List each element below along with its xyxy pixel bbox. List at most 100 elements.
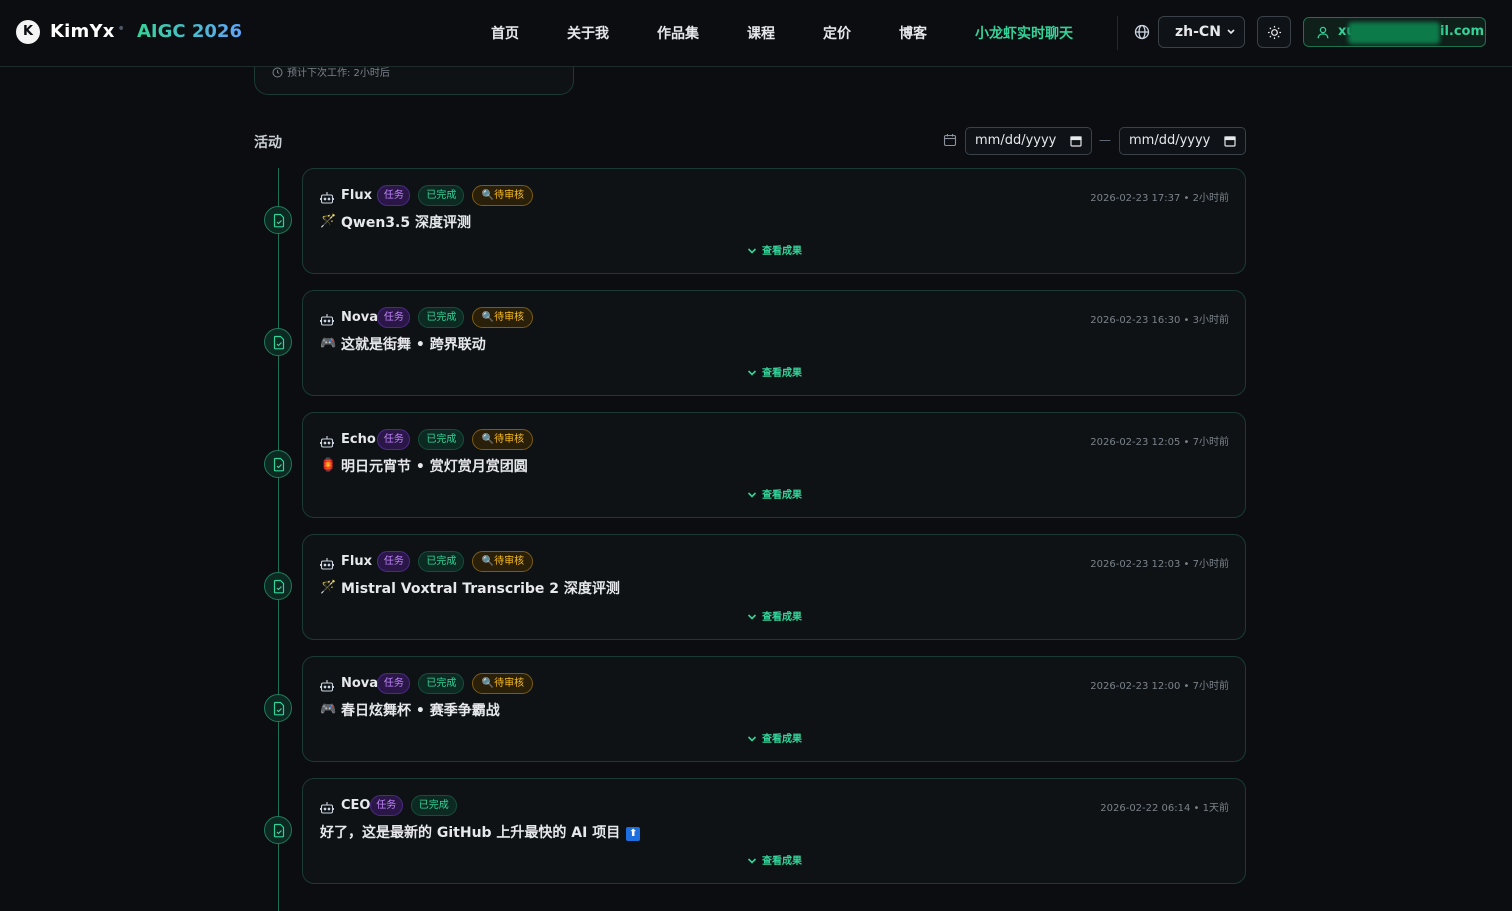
review-badge[interactable]: 🔍待审核 [472, 429, 534, 450]
robot-icon [319, 192, 335, 204]
up-arrow-icon: ⬆ [626, 827, 641, 841]
user-account-button[interactable]: xu il.com [1303, 17, 1486, 47]
top-nav-bar: K KimYx • AIGC 2026 首页 关于我 作品集 课程 定价 博客 … [0, 0, 1512, 67]
view-results-button[interactable]: 查看成果 [747, 730, 802, 745]
document-check-icon [273, 457, 285, 472]
review-label: 待审核 [494, 190, 525, 201]
activity-title: 春日炫舞杯 • 赛季争霸战 [341, 700, 500, 720]
activity-title-text: 春日炫舞杯 • 赛季争霸战 [341, 703, 500, 719]
next-run-text: 预计下次工作: 2小时后 [287, 68, 390, 79]
activity-card: Flux 任务 已完成 🔍待审核 2026-02-23 17:37 • 2小时前 🪄 Qwe… [302, 168, 1246, 274]
timeline-node [264, 816, 292, 844]
user-email-end: il.com [1440, 24, 1485, 39]
document-check-icon [273, 213, 285, 228]
view-results-label: 查看成果 [762, 368, 802, 379]
activity-card: Flux 任务 已完成 🔍待审核 2026-02-23 12:03 • 7小时前 🪄 Mis… [302, 534, 1246, 640]
task-badge: 任务 [377, 185, 411, 206]
activity-timestamp: 2026-02-23 12:05 • 7小时前 [1090, 437, 1229, 448]
document-check-icon [273, 701, 285, 716]
review-label: 待审核 [494, 312, 525, 323]
activity-title: 好了，这是最新的 GitHub 上升最快的 AI 项目 ⬆ [320, 822, 641, 842]
agent-name: Nova [341, 310, 379, 325]
activity-title: 这就是街舞 • 跨界联动 [341, 334, 486, 354]
email-redaction [1348, 22, 1440, 44]
chevron-down-icon [747, 370, 757, 376]
activity-timestamp: 2026-02-23 12:00 • 7小时前 [1090, 681, 1229, 692]
clock-icon [272, 67, 283, 78]
brand-separator: • [117, 21, 126, 37]
activity-title: Qwen3.5 深度评测 [341, 212, 471, 232]
task-badge: 任务 [377, 429, 411, 450]
nav-pricing[interactable]: 定价 [823, 23, 851, 43]
view-results-button[interactable]: 查看成果 [747, 364, 802, 379]
activity-card: Nova 任务 已完成 🔍待审核 2026-02-23 16:30 • 3小时前 🎮 这就是… [302, 290, 1246, 396]
robot-icon [319, 802, 335, 814]
timeline-node [264, 450, 292, 478]
status-badge: 已完成 [418, 185, 465, 206]
review-label: 待审核 [494, 556, 525, 567]
robot-icon [319, 314, 335, 326]
nav-about[interactable]: 关于我 [567, 23, 609, 43]
date-from-placeholder: mm/dd/yyyy [975, 133, 1057, 148]
review-badge[interactable]: 🔍待审核 [472, 673, 534, 694]
theme-toggle-button[interactable] [1257, 16, 1291, 48]
timeline-node [264, 328, 292, 356]
view-results-label: 查看成果 [762, 612, 802, 623]
review-badge[interactable]: 🔍待审核 [472, 185, 534, 206]
logo-badge[interactable]: K [16, 20, 40, 44]
brand-name[interactable]: KimYx [50, 21, 115, 42]
task-badge: 任务 [369, 795, 403, 816]
activity-title-text: 明日元宵节 • 赏灯赏月赏团圆 [341, 459, 528, 475]
nav-courses[interactable]: 课程 [747, 23, 775, 43]
activity-card: Nova 任务 已完成 🔍待审核 2026-02-23 12:00 • 7小时前 🎮 春日炫… [302, 656, 1246, 762]
chevron-down-icon [747, 736, 757, 742]
nav-portfolio[interactable]: 作品集 [657, 23, 699, 43]
task-badge: 任务 [377, 307, 411, 328]
activity-title-text: 这就是街舞 • 跨界联动 [341, 337, 486, 353]
activity-timestamp: 2026-02-23 12:03 • 7小时前 [1090, 559, 1229, 570]
view-results-button[interactable]: 查看成果 [747, 486, 802, 501]
status-badge: 已完成 [418, 673, 465, 694]
calendar-picker-icon[interactable] [1224, 135, 1236, 147]
view-results-button[interactable]: 查看成果 [747, 608, 802, 623]
review-badge[interactable]: 🔍待审核 [472, 307, 534, 328]
title-emoji-icon: 🪄 [320, 580, 337, 595]
view-results-label: 查看成果 [762, 246, 802, 257]
status-badge: 已完成 [418, 429, 465, 450]
agent-name: Flux [341, 188, 372, 203]
activity-title-text: 好了，这是最新的 GitHub 上升最快的 AI 项目 [320, 825, 621, 841]
nav-live-chat[interactable]: 小龙虾实时聊天 [975, 23, 1073, 43]
activity-timestamp: 2026-02-22 06:14 • 1天前 [1100, 803, 1229, 814]
document-check-icon [273, 823, 285, 838]
chevron-down-icon [747, 492, 757, 498]
calendar-picker-icon[interactable] [1070, 135, 1082, 147]
review-badge[interactable]: 🔍待审核 [472, 551, 534, 572]
chevron-down-icon [747, 614, 757, 620]
activity-title-text: Qwen3.5 深度评测 [341, 215, 471, 231]
status-badge: 已完成 [418, 551, 465, 572]
title-emoji-icon: 🏮 [320, 458, 337, 473]
nav-blog[interactable]: 博客 [899, 23, 927, 43]
timeline-node [264, 694, 292, 722]
nav-home[interactable]: 首页 [491, 23, 519, 43]
activity-heading: 活动 [254, 135, 282, 151]
activity-title-text: Mistral Voxtral Transcribe 2 深度评测 [341, 581, 620, 597]
chevron-down-icon [1227, 29, 1235, 35]
title-emoji-icon: 🎮 [320, 336, 337, 351]
date-from-input[interactable]: mm/dd/yyyy [965, 127, 1092, 155]
date-range-separator: — [1099, 133, 1111, 147]
review-label: 待审核 [494, 678, 525, 689]
agent-name: Nova [341, 676, 379, 691]
language-select[interactable]: zh-CN [1158, 16, 1245, 48]
date-to-input[interactable]: mm/dd/yyyy [1119, 127, 1246, 155]
chevron-down-icon [747, 248, 757, 254]
activity-card: CEO 任务 已完成 2026-02-22 06:14 • 1天前 好了，这是最新的 G… [302, 778, 1246, 884]
date-to-placeholder: mm/dd/yyyy [1129, 133, 1211, 148]
task-badge: 任务 [377, 551, 411, 572]
user-icon [1317, 26, 1329, 39]
nav-divider [1117, 16, 1118, 50]
view-results-button[interactable]: 查看成果 [747, 852, 802, 867]
view-results-label: 查看成果 [762, 856, 802, 867]
view-results-button[interactable]: 查看成果 [747, 242, 802, 257]
activity-title: 明日元宵节 • 赏灯赏月赏团圆 [341, 456, 528, 476]
